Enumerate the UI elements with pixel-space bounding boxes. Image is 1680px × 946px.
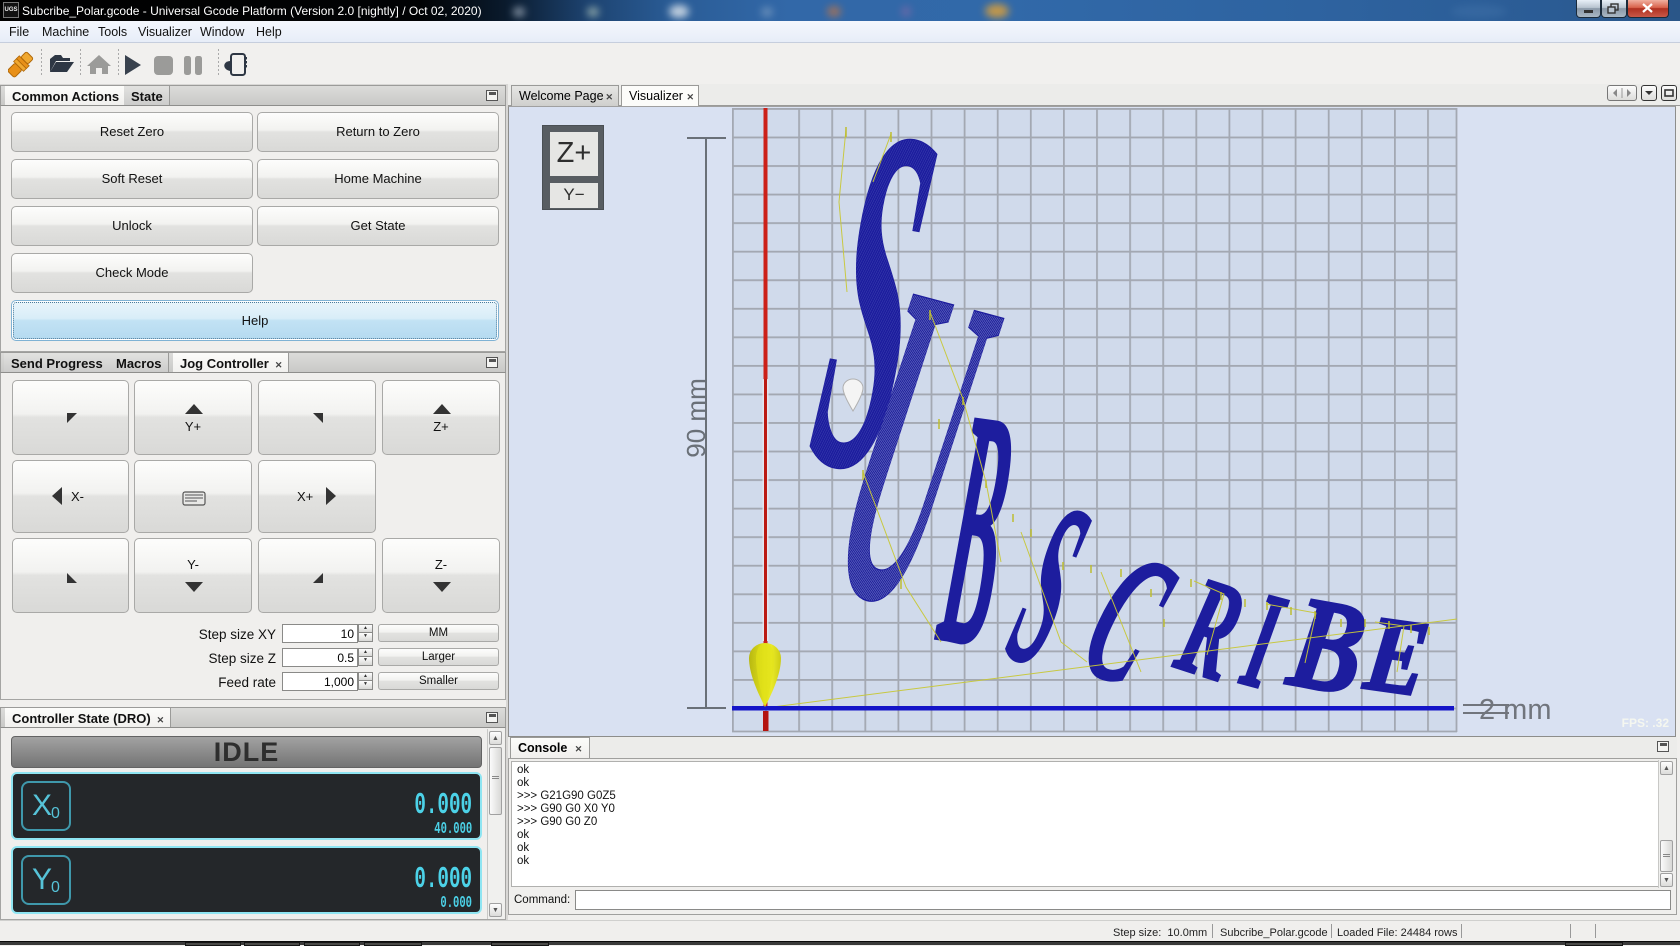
svg-text:FPS: .32: FPS: .32 [1622,716,1670,730]
svg-text:90 mm: 90 mm [681,378,711,457]
svg-text:2 mm: 2 mm [1479,694,1552,726]
